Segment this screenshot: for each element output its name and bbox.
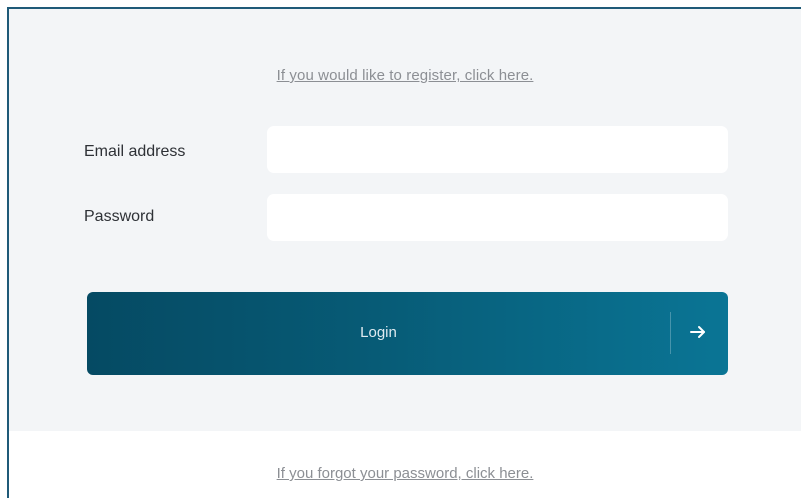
login-button[interactable]: Login: [87, 292, 728, 375]
arrow-right-icon: [690, 326, 705, 338]
login-form: If you would like to register, click her…: [9, 9, 801, 431]
password-field[interactable]: [267, 194, 728, 241]
register-link[interactable]: If you would like to register, click her…: [9, 67, 801, 84]
email-label: Email address: [84, 143, 186, 160]
page: If you would like to register, click her…: [0, 0, 801, 498]
password-label: Password: [84, 208, 155, 225]
forgot-password-link[interactable]: If you forgot your password, click here.: [9, 465, 801, 482]
login-button-divider: [670, 312, 671, 354]
email-field[interactable]: [267, 126, 728, 173]
login-button-label: Login: [360, 324, 397, 341]
login-panel: If you would like to register, click her…: [7, 7, 801, 498]
